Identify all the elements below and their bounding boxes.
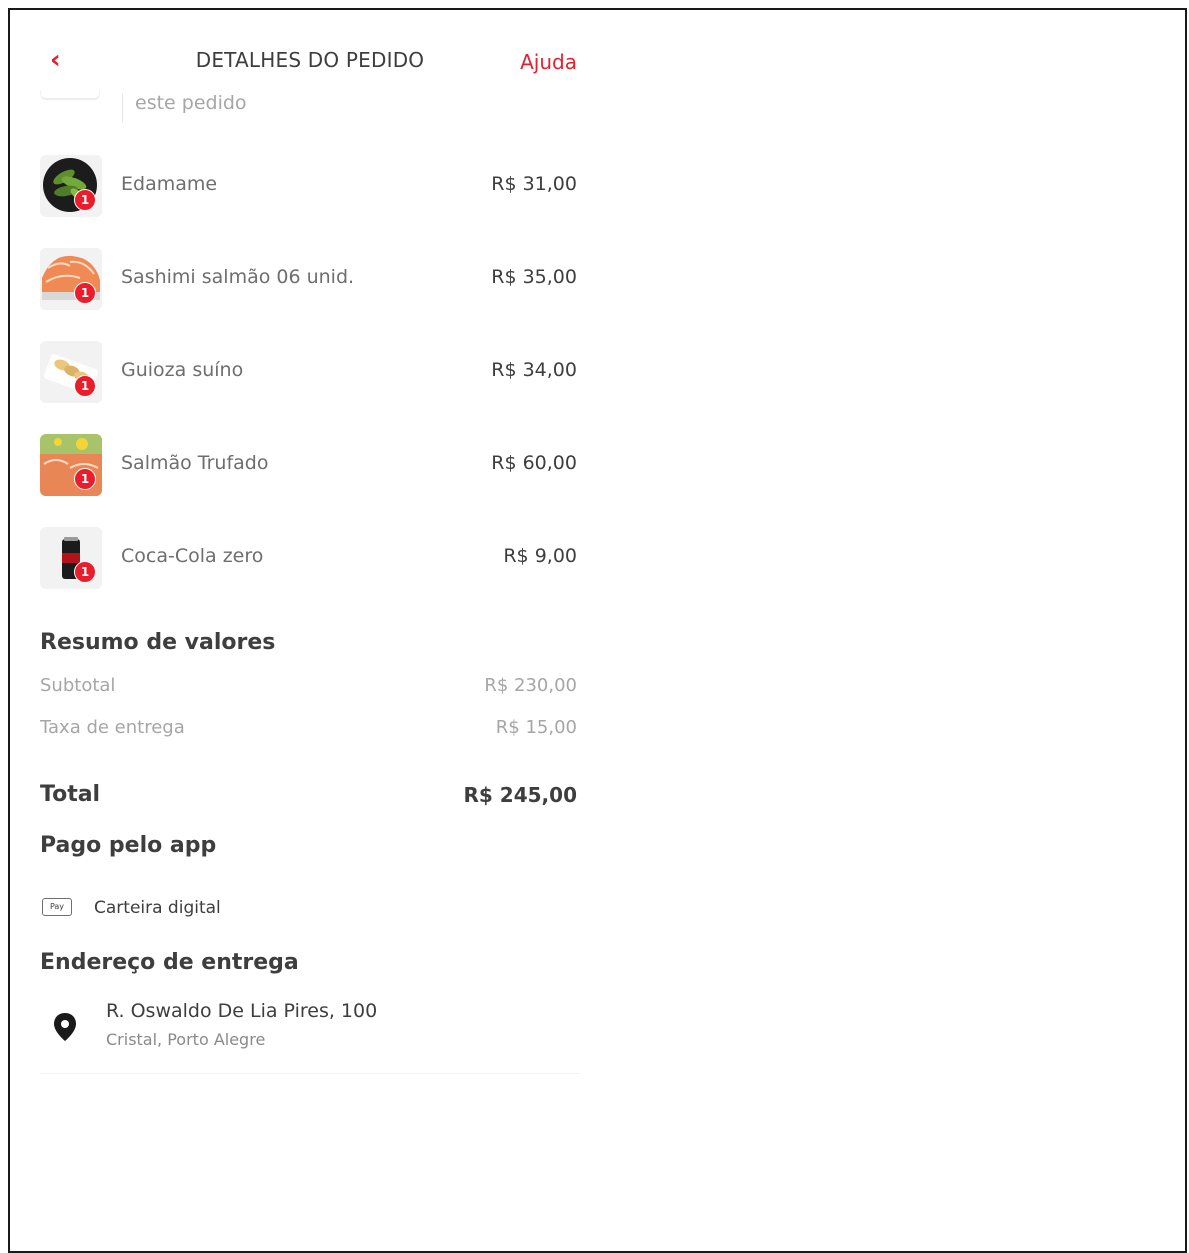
delivery-fee-label: Taxa de entrega	[40, 717, 185, 738]
delivery-fee-value: R$ 15,00	[495, 717, 577, 738]
page-title: DETALHES DO PEDIDO	[195, 48, 425, 72]
wallet-pay-icon: Pay	[42, 898, 72, 916]
payment-title: Pago pelo app	[40, 833, 217, 858]
partial-item-text: este pedido	[135, 92, 247, 114]
item-price: R$ 60,00	[491, 452, 577, 474]
summary-title: Resumo de valores	[40, 630, 276, 655]
location-pin-icon	[52, 1012, 78, 1042]
coke-can-image: 1	[40, 527, 102, 589]
order-item: 1 Edamame R$ 31,00	[40, 155, 580, 219]
subtotal-label: Subtotal	[40, 675, 116, 696]
item-price: R$ 34,00	[491, 359, 577, 381]
salmon-truffle-image: 1	[40, 434, 102, 496]
address-street: R. Oswaldo De Lia Pires, 100	[106, 1000, 378, 1022]
order-item: 1 Coca-Cola zero R$ 9,00	[40, 527, 580, 591]
address-district: Cristal, Porto Alegre	[106, 1030, 266, 1049]
total-label: Total	[40, 782, 101, 807]
quantity-badge: 1	[74, 375, 96, 397]
item-name: Guioza suíno	[121, 359, 244, 381]
quantity-badge: 1	[74, 468, 96, 490]
total-value: R$ 245,00	[463, 783, 577, 807]
item-price: R$ 9,00	[503, 545, 577, 567]
item-name: Salmão Trufado	[121, 452, 269, 474]
payment-method: Carteira digital	[94, 898, 221, 918]
back-chevron-icon[interactable]: ‹	[50, 45, 70, 75]
item-name: Edamame	[121, 173, 218, 195]
item-name: Coca-Cola zero	[121, 545, 264, 567]
quantity-badge: 1	[74, 561, 96, 583]
divider	[122, 94, 123, 122]
item-price: R$ 31,00	[491, 173, 577, 195]
sashimi-image: 1	[40, 248, 102, 310]
quantity-badge: 1	[74, 189, 96, 211]
subtotal-value: R$ 230,00	[484, 675, 577, 696]
divider	[40, 1073, 580, 1074]
quantity-badge: 1	[74, 282, 96, 304]
order-item: 1 Sashimi salmão 06 unid. R$ 35,00	[40, 248, 580, 312]
order-item: 1 Guioza suíno R$ 34,00	[40, 341, 580, 405]
partial-item-thumbnail	[40, 90, 100, 100]
item-price: R$ 35,00	[491, 266, 577, 288]
guioza-image: 1	[40, 341, 102, 403]
address-title: Endereço de entrega	[40, 950, 299, 975]
order-item: 1 Salmão Trufado R$ 60,00	[40, 434, 580, 498]
help-link[interactable]: Ajuda	[520, 50, 577, 74]
header: ‹ DETALHES DO PEDIDO Ajuda	[40, 40, 580, 80]
item-name: Sashimi salmão 06 unid.	[121, 266, 355, 288]
edamame-image: 1	[40, 155, 102, 217]
